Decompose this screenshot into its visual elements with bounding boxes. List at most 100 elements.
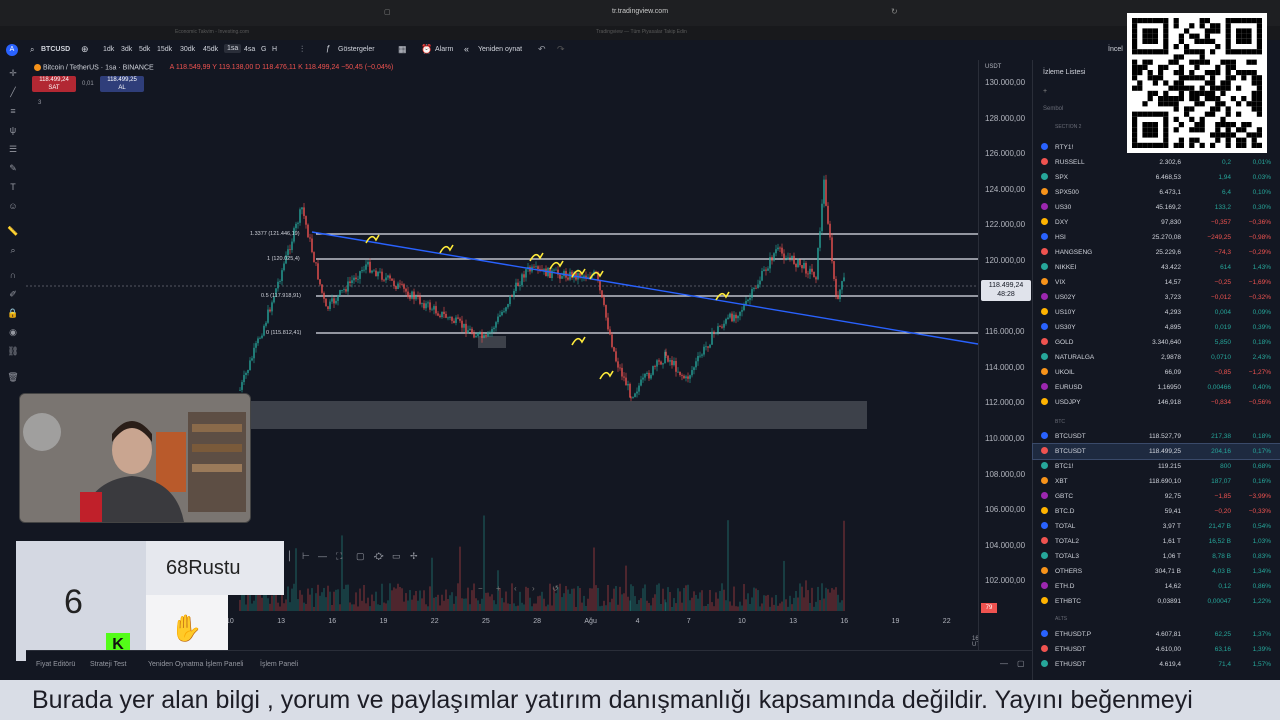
brush-tool-icon[interactable]: ⎪	[286, 551, 293, 562]
link-tool-icon[interactable]: ⛶	[336, 551, 342, 562]
watchlist-row[interactable]: ETHUSDT.P 4.607,81 62,25 1,37%	[1033, 627, 1280, 642]
horizontal-lines-icon[interactable]: ≡	[6, 104, 20, 118]
minimize-panel-icon[interactable]: —	[1000, 659, 1008, 668]
watchlist-row[interactable]: HSI 25.270,08 −249,25 −0,98%	[1033, 230, 1280, 245]
watchlist-row[interactable]: BTC1! 119.215 800 0,68%	[1033, 459, 1280, 474]
watchlist-row[interactable]: US10Y 4,293 0,004 0,09%	[1033, 305, 1280, 320]
timeframe-3m[interactable]: 3dk	[121, 46, 132, 53]
watchlist-row[interactable]: GBTC 92,75 −1,85 −3,99%	[1033, 489, 1280, 504]
price-axis[interactable]: USDT 130.000,00 128.000,00 126.000,00 124.0…	[978, 60, 1033, 650]
scroll-left-icon[interactable]: ‹	[514, 584, 517, 593]
layouts-icon[interactable]: ▦	[398, 44, 407, 55]
fib-icon[interactable]: ☰	[6, 142, 20, 156]
trash-icon[interactable]: 🗑	[6, 370, 20, 384]
watchlist-row[interactable]: SPX 6.468,53 1,94 0,03%	[1033, 170, 1280, 185]
watchlist-row[interactable]: SPX500 6.473,1 6,4 0,10%	[1033, 185, 1280, 200]
lock-drawing-icon[interactable]: ✐	[6, 287, 20, 301]
section-header[interactable]: BTC	[1055, 419, 1065, 425]
undo-icon[interactable]: ↶	[538, 44, 546, 55]
chart-type-icon[interactable]: ⫶	[301, 44, 303, 55]
watchlist-title[interactable]: İzleme Listesi	[1043, 69, 1085, 76]
link-icon[interactable]: ⛓	[6, 344, 20, 358]
ruler-icon[interactable]: 📏	[6, 224, 20, 238]
watchlist-row[interactable]: BTCUSDT 118.527,79 217,38 0,18%	[1033, 429, 1280, 444]
minus-tool-icon[interactable]: —	[318, 551, 327, 561]
timeframe-5m[interactable]: 5dk	[139, 46, 150, 53]
zoom-icon[interactable]: ⌕	[6, 243, 20, 257]
watchlist-row[interactable]: ETHBTC 0,03891 0,00047 1,22%	[1033, 594, 1280, 609]
comment-tool-icon[interactable]: ▭	[392, 551, 401, 562]
watchlist-row[interactable]: NATURALGA 2,9878 0,0710 2,43%	[1033, 350, 1280, 365]
watchlist-row[interactable]: ETHUSDT 4.619,4 71,4 1,57%	[1033, 657, 1280, 672]
timeframe-week[interactable]: H	[272, 46, 277, 53]
address-icon[interactable]: ▢	[384, 8, 391, 16]
timeframe-day[interactable]: G	[261, 46, 266, 53]
browser-tab[interactable]: Tradingview — Tüm Piyasalar Takip Edin	[596, 29, 687, 35]
watchlist-row[interactable]: VIX 14,57 −0,25 −1,69%	[1033, 275, 1280, 290]
alarm-icon[interactable]: ⏰	[421, 44, 432, 55]
watchlist-row[interactable]: NIKKEI 43.422 614 1,43%	[1033, 260, 1280, 275]
timeframe-1m[interactable]: 1dk	[103, 46, 114, 53]
scroll-right-icon[interactable]: ›	[532, 584, 535, 593]
watchlist-row[interactable]: TOTAL3 1,06 T 8,78 B 0,83%	[1033, 549, 1280, 564]
watchlist-row[interactable]: GOLD 3.340,640 5,850 0,18%	[1033, 335, 1280, 350]
tab-trading-panel[interactable]: İşlem Paneli	[260, 661, 298, 668]
watchlist-row[interactable]: XBT 118.690,10 187,07 0,16%	[1033, 474, 1280, 489]
timeframe-30m[interactable]: 30dk	[180, 46, 195, 53]
currency-label[interactable]: USDT	[985, 64, 1001, 70]
replay-button[interactable]: Yeniden oynat	[478, 46, 522, 53]
crosshair-icon[interactable]: ✛	[6, 66, 20, 80]
watchlist-row[interactable]: EURUSD 1,16950 0,00466 0,40%	[1033, 380, 1280, 395]
tab-strategy-tester[interactable]: Strateji Test	[90, 661, 126, 668]
lock-icon[interactable]: 🔒	[6, 306, 20, 320]
watchlist-row[interactable]: BTC.D 59,41 −0,20 −0,33%	[1033, 504, 1280, 519]
browser-tab[interactable]: Economic Takvim - Investing.com	[175, 29, 249, 35]
trendline-icon[interactable]: ╱	[6, 85, 20, 99]
timeframe-4h[interactable]: 4sa	[244, 46, 255, 53]
alarm-button[interactable]: Alarm	[435, 46, 453, 53]
zoom-out-icon[interactable]: −	[478, 584, 483, 593]
section-header[interactable]: ALTS	[1055, 616, 1067, 622]
maximize-panel-icon[interactable]: ▢	[1017, 659, 1025, 668]
watchlist-row[interactable]: HANGSENG 25.229,6 −74,3 −0,29%	[1033, 245, 1280, 260]
pitchfork-icon[interactable]: ψ	[6, 123, 20, 137]
rect-tool-icon[interactable]: ▢	[356, 551, 365, 562]
cursor-tool-icon[interactable]: ✢	[410, 551, 418, 562]
section-header[interactable]: SECTION 2	[1055, 124, 1081, 130]
text-icon[interactable]: T	[6, 180, 20, 194]
watchlist-row[interactable]: US30Y 4,895 0,019 0,39%	[1033, 320, 1280, 335]
brush-icon[interactable]: ✎	[6, 161, 20, 175]
indicators-icon[interactable]: ƒ	[326, 44, 330, 53]
line-tool-icon[interactable]: ⊢	[302, 551, 310, 562]
indicators-button[interactable]: Göstergeler	[338, 46, 375, 53]
watchlist-row[interactable]: ETH.D 14,62 0,12 0,86%	[1033, 579, 1280, 594]
zoom-in-icon[interactable]: +	[496, 584, 501, 593]
watchlist-row[interactable]: UKOIL 66,09 −0,85 −1,27%	[1033, 365, 1280, 380]
symbol-search[interactable]: BTCUSD	[41, 46, 70, 53]
timeframe-15m[interactable]: 15dk	[157, 46, 172, 53]
avatar[interactable]: A	[6, 44, 18, 56]
add-symbol-watch-icon[interactable]: +	[1043, 88, 1047, 95]
watchlist-row[interactable]: BTCUSDT 118.499,25 204,16 0,17%	[1032, 443, 1280, 460]
timeframe-1h[interactable]: 1sa	[224, 44, 242, 53]
watchlist-row[interactable]: ETHUSDT 4.610,00 63,16 1,39%	[1033, 642, 1280, 657]
tab-pine-editor[interactable]: Fiyat Editörü	[36, 661, 75, 668]
watchlist-row[interactable]: OTHERS 304,71 B 4,03 B 1,34%	[1033, 564, 1280, 579]
watchlist-row[interactable]: USDJPY 146,918 −0,834 −0,56%	[1033, 395, 1280, 410]
right-panel-label[interactable]: İncel	[1108, 46, 1123, 53]
replay-icon[interactable]: «	[464, 44, 469, 54]
address-bar[interactable]: tr.tradingview.com	[612, 8, 668, 15]
watchlist-row[interactable]: TOTAL2 1,61 T 16,52 B 1,03%	[1033, 534, 1280, 549]
watchlist-row[interactable]: RUSSELL 2.302,6 0,2 0,01%	[1033, 155, 1280, 170]
watchlist-row[interactable]: DXY 97,830 −0,357 −0,36%	[1033, 215, 1280, 230]
timeframe-45m[interactable]: 45dk	[203, 46, 218, 53]
tab-replay-panel[interactable]: Yeniden Oynatma İşlem Paneli	[148, 661, 243, 668]
magnet-icon[interactable]: ∩	[6, 268, 20, 282]
anchor-tool-icon[interactable]: ⛮	[374, 551, 383, 562]
watchlist-row[interactable]: US02Y 3,723 −0,012 −0,32%	[1033, 290, 1280, 305]
reload-icon[interactable]: ↻	[891, 7, 898, 16]
watchlist-row[interactable]: TOTAL 3,97 T 21,47 B 0,54%	[1033, 519, 1280, 534]
emoji-icon[interactable]: ☺	[6, 199, 20, 213]
redo-icon[interactable]: ↷	[557, 44, 565, 55]
search-icon[interactable]: ⌕	[30, 45, 34, 55]
